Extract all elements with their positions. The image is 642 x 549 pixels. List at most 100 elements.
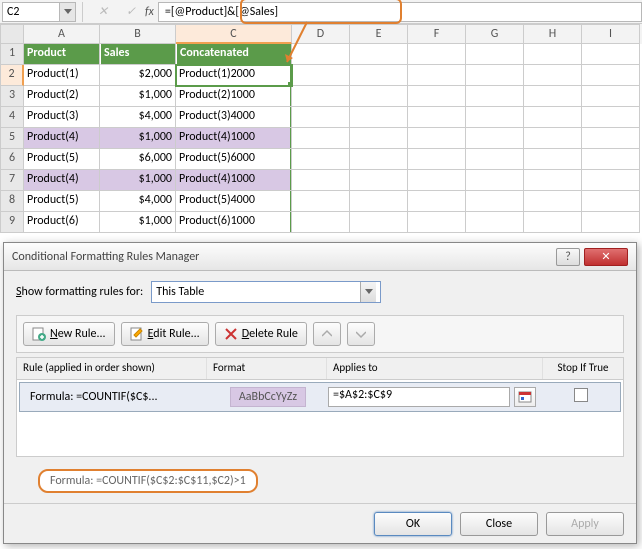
cell-empty[interactable] — [292, 128, 350, 149]
col-header-E[interactable]: E — [350, 24, 408, 44]
table-header-sales[interactable]: Sales — [100, 44, 176, 65]
cell-empty[interactable] — [408, 128, 466, 149]
cell-sales[interactable]: $1,000 — [100, 170, 176, 191]
cell-empty[interactable] — [524, 128, 582, 149]
move-down-button[interactable] — [347, 322, 375, 346]
cell-empty[interactable] — [524, 107, 582, 128]
cell-empty[interactable] — [350, 107, 408, 128]
cell-empty[interactable] — [408, 86, 466, 107]
cell-empty[interactable] — [524, 86, 582, 107]
row-header[interactable]: 6 — [0, 149, 24, 170]
cell-concat[interactable]: Product(1)2000 — [176, 65, 292, 86]
cell-product[interactable]: Product(5) — [24, 149, 100, 170]
cell-empty[interactable] — [582, 191, 640, 212]
cell-empty[interactable] — [466, 149, 524, 170]
cell-product[interactable]: Product(5) — [24, 191, 100, 212]
cell-concat[interactable]: Product(4)1000 — [176, 170, 292, 191]
cell-empty[interactable] — [582, 149, 640, 170]
cell-empty[interactable] — [408, 44, 466, 65]
enter-formula-icon[interactable]: ✓ — [117, 4, 145, 19]
stop-if-true-checkbox[interactable] — [574, 388, 588, 402]
row-header[interactable]: 8 — [0, 191, 24, 212]
cell-product[interactable]: Product(2) — [24, 86, 100, 107]
cell-empty[interactable] — [292, 86, 350, 107]
new-rule-button[interactable]: New Rule... — [23, 322, 115, 346]
cell-empty[interactable] — [466, 128, 524, 149]
cell-empty[interactable] — [408, 149, 466, 170]
col-header-I[interactable]: I — [582, 24, 640, 44]
cell-empty[interactable] — [466, 65, 524, 86]
cell-empty[interactable] — [350, 191, 408, 212]
cell-empty[interactable] — [582, 65, 640, 86]
cell-concat[interactable]: Product(3)4000 — [176, 107, 292, 128]
col-header-D[interactable]: D — [292, 24, 350, 44]
cell-empty[interactable] — [582, 86, 640, 107]
move-up-button[interactable] — [313, 322, 341, 346]
row-header[interactable]: 9 — [0, 212, 24, 233]
select-all-corner[interactable] — [0, 24, 24, 44]
row-header[interactable]: 2 — [0, 65, 24, 86]
cell-concat[interactable]: Product(6)1000 — [176, 212, 292, 233]
help-button[interactable]: ? — [556, 248, 580, 266]
row-header[interactable]: 5 — [0, 128, 24, 149]
cell-empty[interactable] — [292, 65, 350, 86]
close-button[interactable]: Close — [460, 512, 538, 536]
name-box[interactable]: C2 — [2, 2, 60, 22]
cell-empty[interactable] — [292, 212, 350, 233]
cell-sales[interactable]: $1,000 — [100, 86, 176, 107]
cell-empty[interactable] — [582, 44, 640, 65]
applies-to-input[interactable]: =$A$2:$C$9 — [328, 387, 510, 407]
cell-sales[interactable]: $4,000 — [100, 107, 176, 128]
rule-row[interactable]: Formula: =COUNTIF($C$... AaBbCcYyZz =$A$… — [19, 382, 621, 412]
col-header-A[interactable]: A — [24, 24, 100, 44]
cell-empty[interactable] — [292, 170, 350, 191]
cell-empty[interactable] — [582, 128, 640, 149]
cell-concat[interactable]: Product(5)6000 — [176, 149, 292, 170]
cell-sales[interactable]: $1,000 — [100, 212, 176, 233]
range-picker-button[interactable] — [514, 387, 536, 407]
cell-empty[interactable] — [408, 191, 466, 212]
cell-empty[interactable] — [350, 170, 408, 191]
apply-button[interactable]: Apply — [546, 512, 624, 536]
cell-sales[interactable]: $1,000 — [100, 128, 176, 149]
cell-empty[interactable] — [466, 212, 524, 233]
cell-product[interactable]: Product(6) — [24, 212, 100, 233]
cell-empty[interactable] — [350, 65, 408, 86]
cell-empty[interactable] — [292, 107, 350, 128]
cell-empty[interactable] — [466, 170, 524, 191]
cell-empty[interactable] — [466, 191, 524, 212]
col-header-H[interactable]: H — [524, 24, 582, 44]
cell-product[interactable]: Product(4) — [24, 128, 100, 149]
cell-empty[interactable] — [524, 170, 582, 191]
cell-empty[interactable] — [582, 170, 640, 191]
cell-product[interactable]: Product(4) — [24, 170, 100, 191]
cell-concat[interactable]: Product(2)1000 — [176, 86, 292, 107]
name-box-dropdown[interactable] — [60, 2, 76, 22]
cell-empty[interactable] — [350, 86, 408, 107]
cell-empty[interactable] — [524, 44, 582, 65]
cell-empty[interactable] — [350, 149, 408, 170]
col-header-F[interactable]: F — [408, 24, 466, 44]
cell-product[interactable]: Product(1) — [24, 65, 100, 86]
cell-sales[interactable]: $4,000 — [100, 191, 176, 212]
col-header-C[interactable]: C — [176, 24, 292, 44]
cell-empty[interactable] — [408, 107, 466, 128]
cell-concat[interactable]: Product(5)4000 — [176, 191, 292, 212]
fx-button[interactable]: fx — [145, 5, 154, 19]
table-header-product[interactable]: Product — [24, 44, 100, 65]
cell-empty[interactable] — [350, 128, 408, 149]
cell-empty[interactable] — [582, 107, 640, 128]
row-header[interactable]: 3 — [0, 86, 24, 107]
cell-empty[interactable] — [408, 212, 466, 233]
cell-empty[interactable] — [292, 44, 350, 65]
cell-empty[interactable] — [466, 44, 524, 65]
cell-empty[interactable] — [524, 65, 582, 86]
show-rules-select[interactable]: This Table — [151, 281, 381, 303]
row-header-1[interactable]: 1 — [0, 44, 24, 65]
dialog-titlebar[interactable]: Conditional Formatting Rules Manager ? ✕ — [4, 243, 636, 271]
cell-empty[interactable] — [408, 65, 466, 86]
col-header-B[interactable]: B — [100, 24, 176, 44]
cell-empty[interactable] — [408, 170, 466, 191]
col-header-G[interactable]: G — [466, 24, 524, 44]
delete-rule-button[interactable]: Delete Rule — [215, 322, 307, 346]
